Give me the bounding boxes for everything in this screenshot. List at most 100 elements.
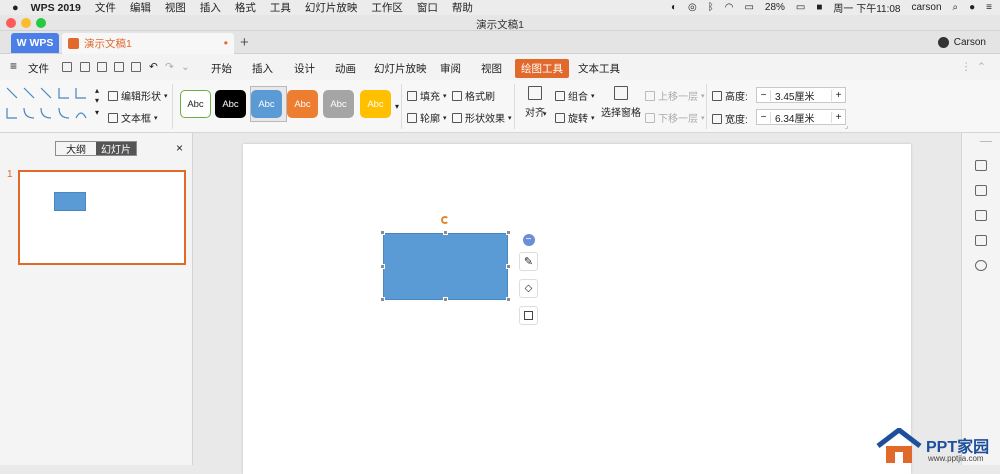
bring-forward-button[interactable]: 上移一层 ▾	[645, 88, 705, 103]
input-method-icon[interactable]: ■	[816, 2, 822, 13]
spotlight-icon[interactable]: ⌕	[953, 2, 959, 13]
redo-icon[interactable]: ↷	[165, 61, 174, 73]
shape-style-swatch[interactable]: Abc	[215, 90, 246, 118]
clock[interactable]: 周一 下午11:08	[833, 0, 900, 15]
shape-style-swatch[interactable]: Abc	[180, 90, 211, 118]
text-box-button[interactable]: 文本框 ▾	[108, 110, 158, 125]
rotate-handle-icon[interactable]	[441, 216, 449, 224]
resize-handle[interactable]	[380, 264, 385, 269]
battery-icon[interactable]: ▭	[796, 2, 805, 13]
width-input[interactable]: 6.34厘米	[771, 110, 831, 125]
resize-handle[interactable]	[506, 297, 511, 302]
app-name-menu[interactable]: WPS 2019	[31, 2, 81, 14]
save-icon[interactable]	[80, 62, 90, 72]
gallery-scroll-down-icon[interactable]: ▾	[95, 96, 99, 105]
outline-view-tab[interactable]: 大纲	[56, 142, 96, 156]
connector-gallery[interactable]	[5, 86, 95, 124]
shape-effects-button[interactable]: 形状效果 ▾	[452, 110, 512, 125]
menu-view[interactable]: 视图	[165, 0, 186, 15]
height-decrease-button[interactable]: −	[757, 89, 771, 101]
hamburger-menu-icon[interactable]: ≡	[10, 59, 17, 73]
wps-home-tab[interactable]: W WPS	[11, 33, 59, 53]
menu-help[interactable]: 帮助	[452, 0, 473, 15]
resize-handle[interactable]	[506, 264, 511, 269]
shape-style-swatch[interactable]: Abc	[360, 90, 391, 118]
close-panel-icon[interactable]: ×	[176, 141, 183, 155]
menu-slideshow[interactable]: 幻灯片放映	[305, 0, 358, 15]
shape-fill-float-button[interactable]: ◇	[519, 279, 538, 298]
print-preview-icon[interactable]	[131, 62, 141, 72]
menu-workspace[interactable]: 工作区	[371, 0, 403, 15]
copy-format-icon[interactable]	[975, 185, 987, 196]
vpn-icon[interactable]: ◎	[688, 2, 697, 13]
tab-review[interactable]: 审阅	[440, 61, 461, 76]
collapse-ribbon-icon[interactable]: ⌃	[977, 61, 986, 73]
size-dialog-launcher-icon[interactable]: ⌟	[845, 122, 848, 130]
siri-icon[interactable]: ●	[969, 2, 975, 13]
menu-tools[interactable]: 工具	[270, 0, 291, 15]
bluetooth-icon[interactable]: ᛒ	[708, 2, 714, 13]
menu-insert[interactable]: 插入	[200, 0, 221, 15]
width-increase-button[interactable]: +	[831, 111, 845, 123]
width-decrease-button[interactable]: −	[757, 111, 771, 123]
send-backward-button[interactable]: 下移一层 ▾	[645, 110, 705, 125]
rotate-button[interactable]: 旋转 ▾	[555, 110, 595, 125]
height-increase-button[interactable]: +	[831, 89, 845, 101]
style-gallery-more-icon[interactable]: ▾	[395, 102, 399, 111]
open-folder-icon[interactable]	[62, 62, 72, 72]
shape-layout-float-button[interactable]	[519, 306, 538, 325]
unsaved-dot-icon[interactable]: •	[224, 36, 228, 50]
file-menu-button[interactable]: 文件	[28, 61, 49, 76]
object-property-icon[interactable]	[975, 160, 987, 171]
shape-minus-button[interactable]: −	[519, 230, 538, 249]
shape-style-swatch[interactable]: Abc	[323, 90, 354, 118]
tab-design[interactable]: 设计	[294, 61, 315, 76]
resize-handle[interactable]	[443, 230, 448, 235]
tab-insert[interactable]: 插入	[252, 61, 273, 76]
airplay-icon[interactable]: ▭	[744, 2, 753, 13]
slide[interactable]: − ✎ ◇	[243, 144, 911, 474]
menu-window[interactable]: 窗口	[417, 0, 438, 15]
format-painter-icon[interactable]	[97, 62, 107, 72]
resize-handle[interactable]	[443, 297, 448, 302]
menu-file[interactable]: 文件	[95, 0, 116, 15]
history-icon[interactable]	[975, 260, 987, 271]
gallery-expand-icon[interactable]: ▾	[95, 108, 99, 117]
resize-handle[interactable]	[506, 230, 511, 235]
selection-pane-button[interactable]: 选择窗格	[601, 86, 641, 119]
wechat-icon[interactable]: ◐	[671, 2, 677, 13]
account-button[interactable]: Carson	[937, 37, 986, 48]
more-options-icon[interactable]: ⋮	[961, 61, 972, 73]
slides-view-tab[interactable]: 幻灯片	[96, 142, 136, 156]
more-arrow-icon[interactable]: ⌄	[181, 61, 190, 73]
selected-rectangle-shape[interactable]	[383, 233, 508, 300]
tab-home[interactable]: 开始	[211, 61, 232, 76]
shape-style-swatch[interactable]: Abc	[287, 90, 318, 118]
tab-view[interactable]: 视图	[481, 61, 502, 76]
gallery-scroll-up-icon[interactable]: ▴	[95, 86, 99, 95]
menu-format[interactable]: 格式	[235, 0, 256, 15]
wifi-icon[interactable]: ◠	[725, 2, 734, 13]
shape-style-swatch[interactable]: Abc	[251, 90, 282, 118]
menu-edit[interactable]: 编辑	[130, 0, 151, 15]
tab-slideshow[interactable]: 幻灯片放映	[374, 61, 427, 76]
user-menu[interactable]: carson	[911, 2, 941, 13]
format-painter-button[interactable]: 格式刷	[452, 88, 495, 103]
group-button[interactable]: 组合 ▾	[555, 88, 595, 103]
tab-drawing-tools[interactable]: 绘图工具	[515, 59, 569, 78]
shape-outline-float-button[interactable]: ✎	[519, 252, 538, 271]
resize-handle[interactable]	[380, 230, 385, 235]
chevron-down-icon[interactable]: ▾	[543, 110, 547, 118]
tab-text-tools[interactable]: 文本工具	[578, 61, 620, 76]
fill-button[interactable]: 填充 ▾	[407, 88, 447, 103]
notification-center-icon[interactable]: ≡	[986, 2, 992, 13]
settings-sliders-icon[interactable]	[975, 235, 987, 246]
edit-shape-button[interactable]: 编辑形状 ▾	[108, 88, 168, 103]
tab-animation[interactable]: 动画	[335, 61, 356, 76]
slide-thumbnail[interactable]	[18, 170, 186, 265]
new-tab-button[interactable]: +	[240, 34, 249, 51]
height-input[interactable]: 3.45厘米	[771, 88, 831, 103]
apple-menu-icon[interactable]: ●	[12, 2, 19, 14]
undo-icon[interactable]: ↶	[149, 61, 158, 73]
outline-button[interactable]: 轮廓 ▾	[407, 110, 447, 125]
